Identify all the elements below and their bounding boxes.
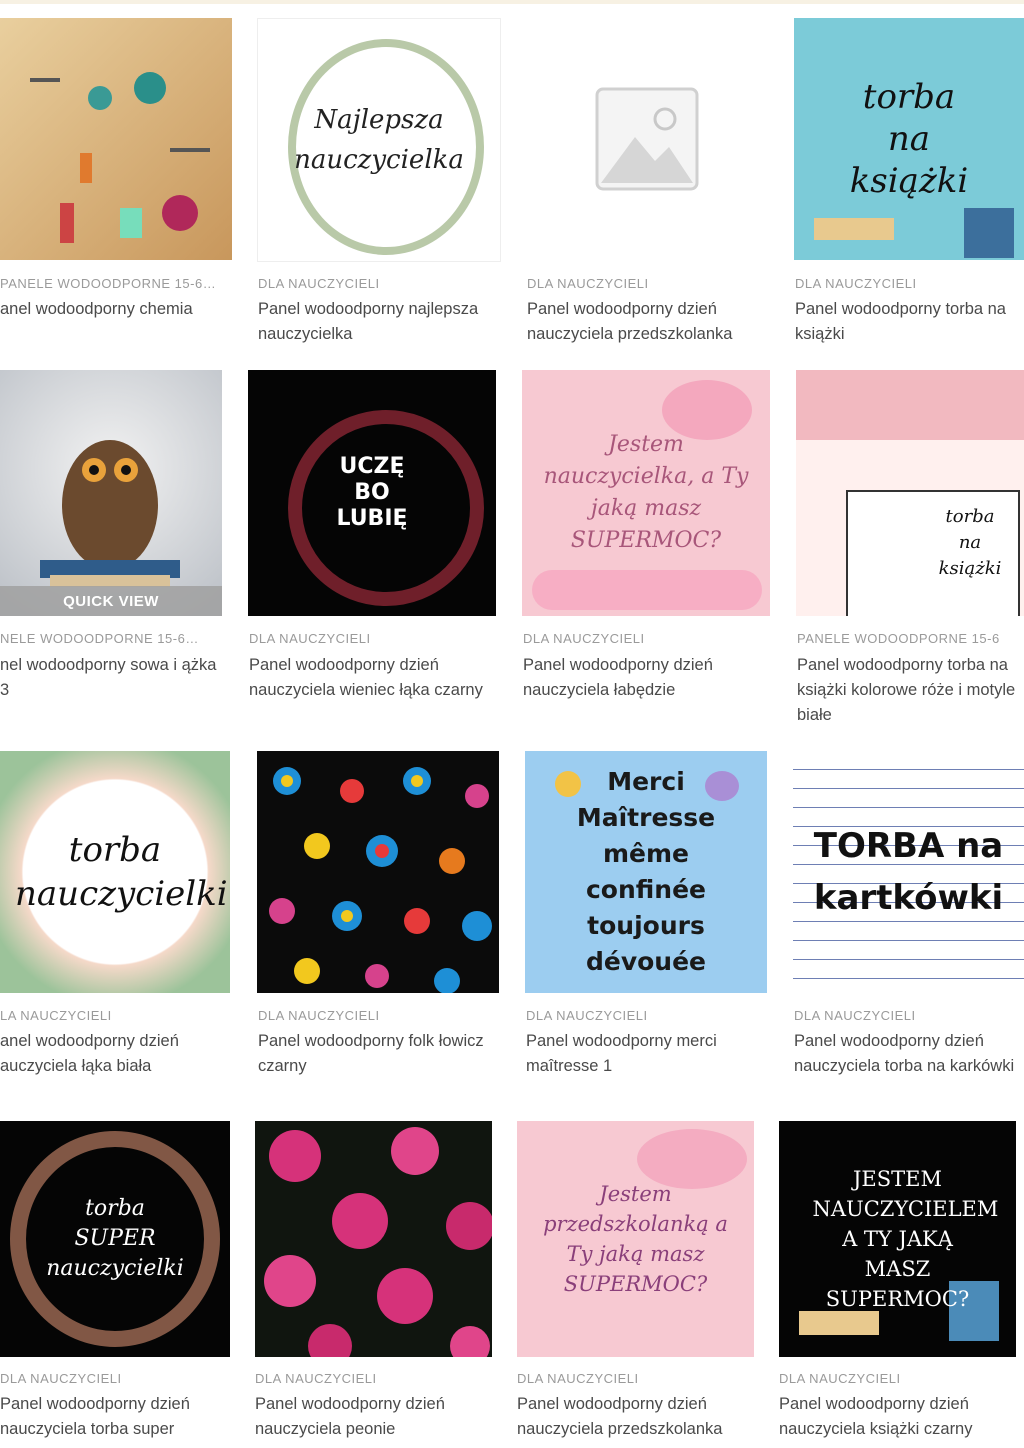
product-title[interactable]: nel wodoodporny sowa i ążka 3 bbox=[0, 653, 230, 703]
product-category[interactable]: PANELE WODOODPORNE 15-6… bbox=[0, 276, 232, 291]
image-text: Merci Maîtresse même confinée toujours d… bbox=[576, 767, 716, 976]
product-title[interactable]: Panel wodoodporny najlepsza nauczycielka bbox=[258, 297, 498, 347]
image-text: TORBA na kartkówki bbox=[813, 826, 1004, 918]
product-image[interactable]: Najlepsza nauczycielka bbox=[257, 18, 501, 262]
quick-view-button[interactable]: QUICK VIEW bbox=[0, 586, 222, 616]
product-title[interactable]: Panel wodoodporny dzień nauczyciela peon… bbox=[255, 1392, 492, 1448]
product-category[interactable]: PANELE WODOODPORNE 15-6 bbox=[797, 631, 1024, 646]
product-image[interactable]: Jestem przedszkolanką a Ty jaką masz SUP… bbox=[517, 1121, 754, 1357]
product-category[interactable]: DLA NAUCZYCIELI bbox=[795, 276, 1024, 291]
peony-pattern bbox=[264, 1127, 492, 1357]
top-bar bbox=[0, 0, 1024, 4]
product-category[interactable]: DLA NAUCZYCIELI bbox=[527, 276, 767, 291]
product-image[interactable] bbox=[257, 751, 499, 993]
product-title[interactable]: Panel wodoodporny dzień nauczyciela ksią… bbox=[779, 1392, 1016, 1448]
product-image[interactable]: torba na książki bbox=[794, 18, 1024, 260]
product-category[interactable]: DLA NAUCZYCIELI bbox=[779, 1371, 1016, 1386]
product-title[interactable]: Panel wodoodporny dzień nauczyciela torb… bbox=[794, 1029, 1024, 1107]
product-category[interactable]: DLA NAUCZYCIELI bbox=[0, 1371, 230, 1386]
product-category[interactable]: DLA NAUCZYCIELI bbox=[249, 631, 495, 646]
product-title[interactable]: Panel wodoodporny dzień nauczyciela wien… bbox=[249, 653, 495, 731]
open-book-decoration bbox=[799, 1311, 879, 1335]
image-text: torba na książki bbox=[938, 506, 1002, 579]
product-category[interactable]: LA NAUCZYCIELI bbox=[0, 1008, 230, 1023]
roses-decoration bbox=[796, 370, 1024, 440]
image-text: Najlepsza nauczycielka bbox=[294, 105, 464, 175]
product-image[interactable]: Merci Maîtresse même confinée toujours d… bbox=[525, 751, 767, 993]
image-text: Jestem nauczycielka, a Ty jaką masz SUPE… bbox=[543, 432, 749, 553]
product-image[interactable]: JESTEM NAUCZYCIELEM A TY JAKĄ MASZ SUPER… bbox=[779, 1121, 1016, 1357]
image-placeholder-icon bbox=[595, 87, 699, 191]
books-decoration bbox=[964, 208, 1014, 258]
image-text: UCZĘ BO LUBIĘ bbox=[336, 454, 408, 531]
product-title[interactable]: Panel wodoodporny folk łowicz czarny bbox=[258, 1029, 498, 1079]
image-text: torba na książki bbox=[849, 77, 969, 201]
product-category[interactable]: DLA NAUCZYCIELI bbox=[258, 276, 498, 291]
image-text: JESTEM NAUCZYCIELEM A TY JAKĄ MASZ SUPER… bbox=[812, 1167, 999, 1311]
product-image[interactable] bbox=[526, 18, 768, 260]
product-image[interactable]: TORBA na kartkówki bbox=[793, 751, 1024, 993]
product-category[interactable]: DLA NAUCZYCIELI bbox=[523, 631, 769, 646]
product-title[interactable]: Panel wodoodporny torba na książki bbox=[795, 297, 1024, 347]
product-image[interactable] bbox=[0, 18, 232, 260]
product-title[interactable]: Panel wodoodporny dzień nauczyciela prze… bbox=[517, 1392, 754, 1448]
product-title[interactable]: anel wodoodporny chemia bbox=[0, 297, 232, 347]
product-category[interactable]: DLA NAUCZYCIELI bbox=[258, 1008, 498, 1023]
product-title[interactable]: Panel wodoodporny torba na książki kolor… bbox=[797, 653, 1024, 731]
product-category[interactable]: DLA NAUCZYCIELI bbox=[526, 1008, 766, 1023]
product-category[interactable]: DLA NAUCZYCIELI bbox=[794, 1008, 1024, 1023]
product-image[interactable] bbox=[255, 1121, 492, 1357]
product-image[interactable]: UCZĘ BO LUBIĘ bbox=[248, 370, 496, 616]
folk-flower-pattern bbox=[269, 767, 492, 993]
product-image[interactable]: Jestem nauczycielka, a Ty jaką masz SUPE… bbox=[522, 370, 770, 616]
owl-illustration bbox=[40, 440, 180, 587]
image-text: torba SUPER nauczycielki bbox=[46, 1196, 184, 1281]
chemistry-lab-illustration bbox=[30, 72, 210, 243]
product-category[interactable]: NELE WODOODPORNE 15-6… bbox=[0, 631, 230, 646]
product-image[interactable]: torba na książki bbox=[796, 370, 1024, 616]
product-image[interactable]: torba SUPER nauczycielki bbox=[0, 1121, 230, 1357]
product-title[interactable]: Panel wodoodporny dzień nauczyciela łabę… bbox=[523, 653, 769, 703]
flower-decoration bbox=[532, 570, 762, 610]
image-text: Jestem przedszkolanką a Ty jaką masz SUP… bbox=[543, 1182, 728, 1296]
product-category[interactable]: DLA NAUCZYCIELI bbox=[517, 1371, 754, 1386]
product-image[interactable]: QUICK VIEW bbox=[0, 370, 222, 616]
product-category[interactable]: DLA NAUCZYCIELI bbox=[255, 1371, 492, 1386]
image-text: torba nauczycielki bbox=[15, 830, 228, 914]
product-title[interactable]: Panel wodoodporny dzień nauczyciela prze… bbox=[527, 297, 767, 355]
open-book-decoration bbox=[814, 218, 894, 240]
product-title[interactable]: Panel wodoodporny merci maîtresse 1 bbox=[526, 1029, 766, 1079]
product-image[interactable]: torba nauczycielki bbox=[0, 751, 230, 993]
product-title[interactable]: Panel wodoodporny dzień nauczyciela torb… bbox=[0, 1392, 230, 1448]
product-title[interactable]: anel wodoodporny dzień auczyciela łąka b… bbox=[0, 1029, 230, 1079]
